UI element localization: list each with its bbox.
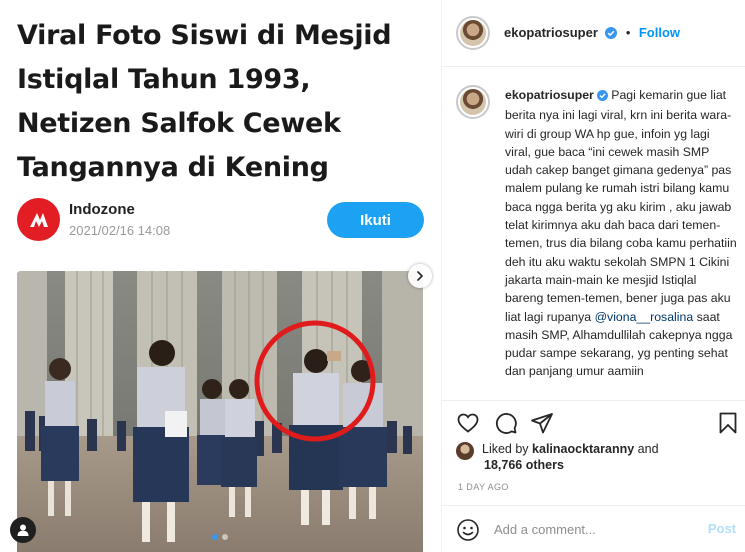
share-icon[interactable] xyxy=(530,411,554,435)
carousel-indicator xyxy=(212,534,228,540)
publisher-follow-button[interactable]: Ikuti xyxy=(327,202,424,238)
post-timestamp: 1 DAY AGO xyxy=(458,482,509,492)
caption-author-avatar[interactable] xyxy=(456,85,490,119)
emoji-icon[interactable] xyxy=(456,518,480,542)
carousel-dot-active xyxy=(212,534,218,540)
indozone-logo-icon xyxy=(17,198,60,241)
carousel-dot xyxy=(222,534,228,540)
comment-input[interactable]: Add a comment... xyxy=(494,522,596,537)
follow-button[interactable]: Follow xyxy=(639,25,680,40)
liked-by-and: and xyxy=(637,442,659,456)
action-bar xyxy=(442,400,745,440)
liked-by-prefix: Liked by xyxy=(482,442,529,456)
publisher-name: Indozone xyxy=(69,201,135,218)
heart-icon[interactable] xyxy=(456,411,480,435)
comment-icon[interactable] xyxy=(494,411,518,435)
likes-count[interactable]: 18,766 others xyxy=(484,458,564,472)
article-date: 2021/02/16 14:08 xyxy=(69,223,171,238)
author-username[interactable]: ekopatriosuper xyxy=(504,25,598,40)
article-headline: Viral Foto Siswi di Mesjid Istiqlal Tahu… xyxy=(17,20,392,183)
article-photo xyxy=(17,271,423,552)
liked-by-user-link[interactable]: kalinaocktaranny xyxy=(532,442,634,456)
post-comment-button[interactable]: Post xyxy=(708,521,736,536)
verified-badge-icon xyxy=(596,88,608,106)
liked-by-text: Liked by kalinaocktaranny and xyxy=(482,442,659,456)
liker-avatar[interactable] xyxy=(456,442,474,460)
header-separator: • xyxy=(625,25,631,40)
caption-text: Pagi kemarin gue liat berita nya ini lag… xyxy=(505,88,737,324)
post-side-panel: ekopatriosuper • Follow ekopatriosuper P… xyxy=(441,0,745,552)
post-media: Viral Foto Siswi di Mesjid Istiqlal Tahu… xyxy=(0,0,441,552)
caption-mention-link[interactable]: @viona__rosalina xyxy=(595,310,694,324)
caption-username[interactable]: ekopatriosuper xyxy=(505,88,594,102)
post-header: ekopatriosuper • Follow xyxy=(442,0,745,67)
tag-user-icon[interactable] xyxy=(10,517,36,543)
comment-bar: Add a comment... Post xyxy=(442,505,745,552)
carousel-next-button[interactable] xyxy=(408,264,432,288)
bookmark-icon[interactable] xyxy=(716,411,740,435)
post-caption: ekopatriosuper Pagi kemarin gue liat ber… xyxy=(505,86,737,381)
author-avatar[interactable] xyxy=(456,16,490,50)
verified-badge-icon xyxy=(605,26,618,44)
chevron-right-icon xyxy=(417,271,424,281)
